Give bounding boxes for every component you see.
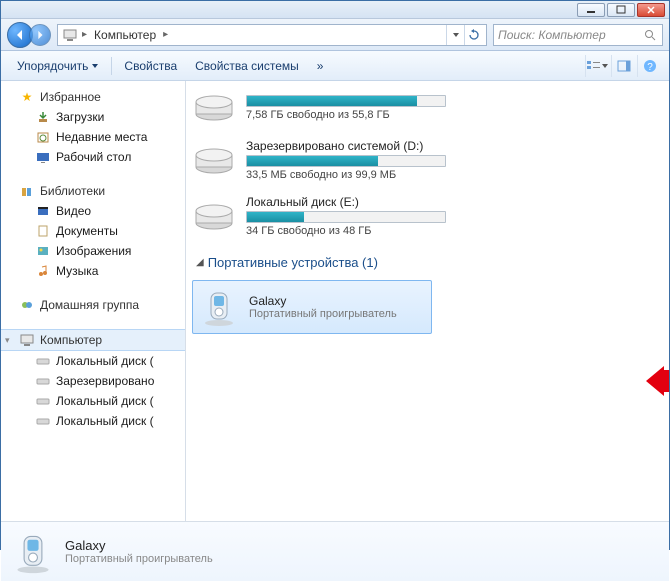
sidebar-item-drive[interactable]: Локальный диск ( xyxy=(1,411,185,431)
nav-buttons xyxy=(7,22,51,48)
chevron-down-icon: ▾ xyxy=(5,335,10,346)
sidebar-item-recent[interactable]: Недавние места xyxy=(1,127,185,147)
drive-icon xyxy=(35,393,51,409)
minimize-button[interactable] xyxy=(577,3,605,17)
drive-icon xyxy=(35,373,51,389)
sidebar-item-drive[interactable]: Зарезервировано xyxy=(1,371,185,391)
star-icon: ★ xyxy=(19,89,35,105)
drive-name: Зарезервировано системой (D:) xyxy=(246,139,446,153)
drive-row[interactable]: 7,58 ГБ свободно из 55,8 ГБ xyxy=(186,85,659,129)
usage-bar xyxy=(246,155,446,167)
sidebar-item-music[interactable]: Музыка xyxy=(1,261,185,281)
details-name: Galaxy xyxy=(65,538,213,553)
breadcrumb-segment[interactable]: Компьютер xyxy=(91,28,159,42)
usage-fill xyxy=(247,96,417,106)
sidebar-item-desktop[interactable]: Рабочий стол xyxy=(1,147,185,167)
hard-drive-icon xyxy=(192,89,236,125)
red-arrow-icon xyxy=(646,366,669,401)
body: ★Избранное Загрузки Недавние места Рабоч… xyxy=(1,81,669,521)
device-name: Galaxy xyxy=(249,294,397,308)
sidebar-item-drive[interactable]: Локальный диск ( xyxy=(1,391,185,411)
help-button[interactable]: ? xyxy=(637,55,661,77)
drive-icon xyxy=(35,413,51,429)
hard-drive-icon xyxy=(192,142,236,178)
details-type: Портативный проигрыватель xyxy=(65,553,213,565)
sidebar-item-documents[interactable]: Документы xyxy=(1,221,185,241)
system-properties-button[interactable]: Свойства системы xyxy=(187,55,307,77)
address-bar[interactable]: ▸ Компьютер ▸ xyxy=(57,24,487,46)
hard-drive-icon xyxy=(192,198,236,234)
close-button[interactable] xyxy=(637,3,665,17)
forward-button[interactable] xyxy=(29,24,51,46)
address-dropdown-button[interactable] xyxy=(446,25,464,45)
chevron-right-icon: ▸ xyxy=(163,29,168,40)
portable-player-icon xyxy=(199,287,239,327)
titlebar xyxy=(1,1,669,19)
usage-fill xyxy=(247,212,304,222)
device-type: Портативный проигрыватель xyxy=(249,308,397,320)
search-input[interactable]: Поиск: Компьютер xyxy=(493,24,663,46)
sidebar: ★Избранное Загрузки Недавние места Рабоч… xyxy=(1,81,186,521)
usage-bar xyxy=(246,211,446,223)
search-placeholder: Поиск: Компьютер xyxy=(498,28,606,42)
toolbar-overflow-button[interactable]: » xyxy=(309,55,332,77)
details-pane: Galaxy Портативный проигрыватель xyxy=(1,521,669,581)
drive-icon xyxy=(35,353,51,369)
sidebar-item-downloads[interactable]: Загрузки xyxy=(1,107,185,127)
desktop-icon xyxy=(35,149,51,165)
sidebar-computer-header[interactable]: ▾Компьютер xyxy=(1,329,185,351)
drive-free-text: 7,58 ГБ свободно из 55,8 ГБ xyxy=(246,109,446,121)
preview-pane-button[interactable] xyxy=(611,55,635,77)
computer-icon xyxy=(19,332,35,348)
drive-row[interactable]: Локальный диск (E:) 34 ГБ свободно из 48… xyxy=(186,191,659,241)
libraries-icon xyxy=(19,183,35,199)
pictures-icon xyxy=(35,243,51,259)
portable-devices-header[interactable]: ◢ Портативные устройства (1) xyxy=(186,247,659,276)
svg-text:?: ? xyxy=(647,62,653,73)
nav-row: ▸ Компьютер ▸ Поиск: Компьютер xyxy=(1,19,669,51)
sidebar-libraries-header[interactable]: Библиотеки xyxy=(1,181,185,201)
toolbar: Упорядочить Свойства Свойства системы » … xyxy=(1,51,669,81)
sidebar-homegroup-header[interactable]: Домашняя группа xyxy=(1,295,185,315)
chevron-right-icon: ▸ xyxy=(82,29,87,40)
portable-player-icon xyxy=(13,532,53,572)
properties-button[interactable]: Свойства xyxy=(116,55,185,77)
collapse-icon: ◢ xyxy=(196,257,204,268)
sidebar-item-drive[interactable]: Локальный диск ( xyxy=(1,351,185,371)
explorer-window: ▸ Компьютер ▸ Поиск: Компьютер Упорядочи… xyxy=(0,0,670,550)
view-options-button[interactable] xyxy=(585,55,609,77)
maximize-button[interactable] xyxy=(607,3,635,17)
organize-menu[interactable]: Упорядочить xyxy=(9,55,107,77)
device-item-galaxy[interactable]: Galaxy Портативный проигрыватель xyxy=(192,280,432,334)
content-area: 7,58 ГБ свободно из 55,8 ГБ Зарезервиров… xyxy=(186,81,669,521)
drive-free-text: 33,5 МБ свободно из 99,9 МБ xyxy=(246,169,446,181)
homegroup-icon xyxy=(19,297,35,313)
search-icon xyxy=(642,27,658,43)
drive-row[interactable]: Зарезервировано системой (D:) 33,5 МБ св… xyxy=(186,135,659,185)
refresh-button[interactable] xyxy=(464,25,482,45)
documents-icon xyxy=(35,223,51,239)
drive-name: Локальный диск (E:) xyxy=(246,195,446,209)
drive-free-text: 34 ГБ свободно из 48 ГБ xyxy=(246,225,446,237)
video-icon xyxy=(35,203,51,219)
sidebar-item-pictures[interactable]: Изображения xyxy=(1,241,185,261)
computer-icon xyxy=(62,27,78,43)
recent-icon xyxy=(35,129,51,145)
music-icon xyxy=(35,263,51,279)
download-icon xyxy=(35,109,51,125)
sidebar-item-video[interactable]: Видео xyxy=(1,201,185,221)
sidebar-favorites-header[interactable]: ★Избранное xyxy=(1,87,185,107)
usage-fill xyxy=(247,156,378,166)
usage-bar xyxy=(246,95,446,107)
